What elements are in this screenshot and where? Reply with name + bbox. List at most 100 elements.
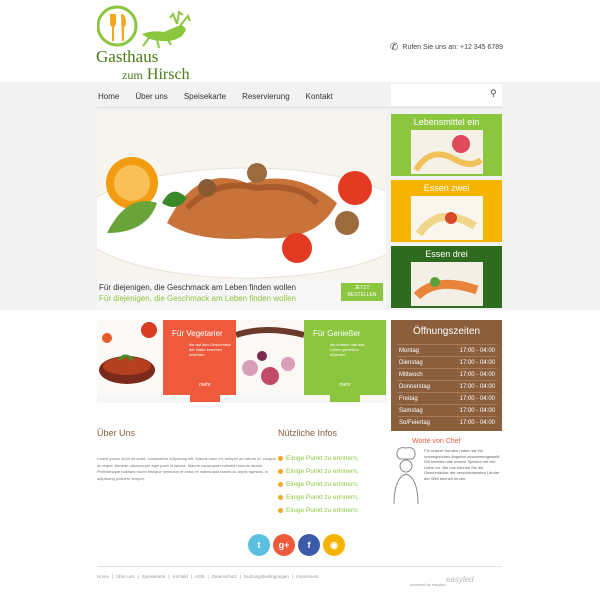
footer-separator: | <box>291 574 294 579</box>
hours-time: 17:00 - 04:00 <box>459 359 495 366</box>
footer-link-home[interactable]: Home <box>97 574 109 579</box>
bullet-icon <box>278 456 283 461</box>
hours-day: Dienstag <box>399 359 423 366</box>
footer-link-nutzungsbedingungen[interactable]: Nutzungsbedingungen <box>244 574 289 579</box>
side-tile-3[interactable]: Essen drei <box>391 246 502 308</box>
hours-day: Donnerstag <box>399 383 431 390</box>
vegetarian-image <box>97 320 163 395</box>
side-tile-1-image <box>411 130 483 174</box>
footer-link-speisekarte[interactable]: Speisekarte <box>142 574 166 579</box>
footer-separator: | <box>168 574 170 579</box>
opening-hours: Öffnungszeiten Montag 17:00 - 04:00 Diens… <box>391 320 502 431</box>
nav-item-home[interactable]: Home <box>97 92 120 101</box>
hours-row: Montag 17:00 - 04:00 <box>397 344 497 356</box>
list-item[interactable]: Einige Punkt zu erinnern, <box>278 491 359 504</box>
order-now-button[interactable]: JETZT BESTELLEN <box>341 283 383 301</box>
bullet-icon <box>278 508 283 513</box>
list-item[interactable]: Einige Punkt zu erinnern, <box>278 478 359 491</box>
footer-separator: | <box>137 574 139 579</box>
list-item[interactable]: Einige Punkt zu erinnern, <box>278 465 359 478</box>
hours-row: Dienstag 17:00 - 04:00 <box>397 356 497 368</box>
phone-info: ✆ Rufen Sie uns an: +12 345 6789 <box>390 42 503 53</box>
list-item-label: Einige Punkt zu erinnern, <box>286 494 359 501</box>
chef-title: Worte von Chef <box>412 438 461 445</box>
hero-caption-1: Für diejenigen, die Geschmack am Leben f… <box>99 283 297 292</box>
gourmet-title: Für Genießer <box>313 329 361 338</box>
facebook-icon[interactable]: f <box>298 534 320 556</box>
gourmet-more-button[interactable]: mehr <box>330 378 360 402</box>
bullet-icon <box>278 469 283 474</box>
footer-link-ueber-uns[interactable]: Über uns <box>116 574 134 579</box>
hours-row: Donnerstag 17:00 - 04:00 <box>397 380 497 392</box>
footer-separator: | <box>207 574 209 579</box>
list-item-label: Einige Punkt zu erinnern, <box>286 468 359 475</box>
main-nav: Home Über uns Speisekarte Reservierung K… <box>97 84 385 108</box>
useful-info-title: Nützliche Infos <box>278 428 338 438</box>
logo-line3: Hirsch <box>146 66 190 83</box>
footer-separator: | <box>190 574 192 579</box>
order-now-line2: BESTELLEN <box>347 292 377 298</box>
search-input[interactable] <box>391 84 502 106</box>
vegetarian-text: die auf den Geschmack der Natur kommen m… <box>189 342 232 357</box>
nav-item-reservierung[interactable]: Reservierung <box>241 92 291 101</box>
easyled-logo[interactable]: easyled <box>446 575 474 584</box>
list-item-label: Einige Punkt zu erinnern, <box>286 507 359 514</box>
footer-separator: | <box>112 574 114 579</box>
nav-item-ueber-uns[interactable]: Über uns <box>134 92 168 101</box>
bullet-icon <box>278 482 283 487</box>
order-now-line1: JETZT <box>354 285 370 291</box>
about-text: Lorem ipsum dolor sit amet, consectetur … <box>97 456 276 481</box>
gourmet-text: die einfach mal das Leben genießen möcht… <box>330 342 365 357</box>
footer-link-agb[interactable]: AGB <box>195 574 205 579</box>
footer-link-kontakt[interactable]: Kontakt <box>173 574 188 579</box>
powered-by: powered by easyled <box>410 582 446 587</box>
hours-day: Samstag <box>399 407 423 414</box>
nav-item-speisekarte[interactable]: Speisekarte <box>183 92 227 101</box>
nav-divider <box>97 107 502 108</box>
footer-divider <box>97 566 502 567</box>
side-tile-2-image <box>411 196 483 240</box>
list-item[interactable]: Einige Punkt zu erinnern, <box>278 504 359 517</box>
footer-link-impressum[interactable]: Impressum <box>296 574 318 579</box>
hours-day: Montag <box>399 347 420 354</box>
vegetarian-title: Für Vegetarier <box>172 329 223 338</box>
list-item-label: Einige Punkt zu erinnern, <box>286 481 359 488</box>
nav-item-kontakt[interactable]: Kontakt <box>305 92 334 101</box>
twitter-icon[interactable]: t <box>248 534 270 556</box>
hero-image <box>97 113 386 281</box>
vegetarian-more-button[interactable]: mehr <box>190 378 220 402</box>
chef-icon <box>393 447 419 505</box>
about-title: Über Uns <box>97 428 136 438</box>
hours-time: 17:00 - 04:00 <box>459 395 495 402</box>
hours-time: 17:00 - 04:00 <box>459 347 495 354</box>
footer-nav: Home | Über uns | Speisekarte | Kontakt | AG… <box>97 574 318 579</box>
side-tile-2-label: Essen zwei <box>423 183 470 193</box>
hours-time: 17:00 - 04:00 <box>459 407 495 414</box>
side-tile-1-label: Lebensmittel ein <box>413 117 480 127</box>
list-item[interactable]: Einige Punkt zu erinnern, <box>278 452 359 465</box>
hours-day: Freitag <box>399 395 418 402</box>
hours-day: Mittwoch <box>399 371 423 378</box>
hours-row: Samstag 17:00 - 04:00 <box>397 404 497 416</box>
logo-line2: zum <box>122 68 143 82</box>
hours-day: So/Feiertag <box>399 419 431 426</box>
footer-link-datenschutz[interactable]: Datenschutz <box>212 574 237 579</box>
hours-time: 17:00 - 04:00 <box>459 419 495 426</box>
logo-text: Gasthaus zum Hirsch <box>96 48 190 84</box>
chef-text: Für unsere Kunden haben wir ein umfangre… <box>424 448 501 481</box>
hours-time: 17:00 - 04:00 <box>459 383 495 390</box>
google-plus-icon[interactable]: g+ <box>273 534 295 556</box>
side-tile-1[interactable]: Lebensmittel ein <box>391 114 502 176</box>
side-tile-2[interactable]: Essen zwei <box>391 180 502 242</box>
rss-icon[interactable]: ◉ <box>323 534 345 556</box>
logo-emblem <box>96 5 191 49</box>
hero-caption-2: Für diejenigen, die Geschmack am Leben f… <box>99 294 297 303</box>
footer-separator: | <box>239 574 241 579</box>
logo-line1: Gasthaus <box>96 47 159 66</box>
search-icon[interactable]: ⚲ <box>490 88 497 99</box>
list-item-label: Einige Punkt zu erinnern, <box>286 455 359 462</box>
hours-row: Freitag 17:00 - 04:00 <box>397 392 497 404</box>
hours-row: So/Feiertag 17:00 - 04:00 <box>397 416 497 428</box>
side-tile-3-label: Essen drei <box>425 249 468 259</box>
useful-info-list: Einige Punkt zu erinnern, Einige Punkt z… <box>278 452 359 517</box>
